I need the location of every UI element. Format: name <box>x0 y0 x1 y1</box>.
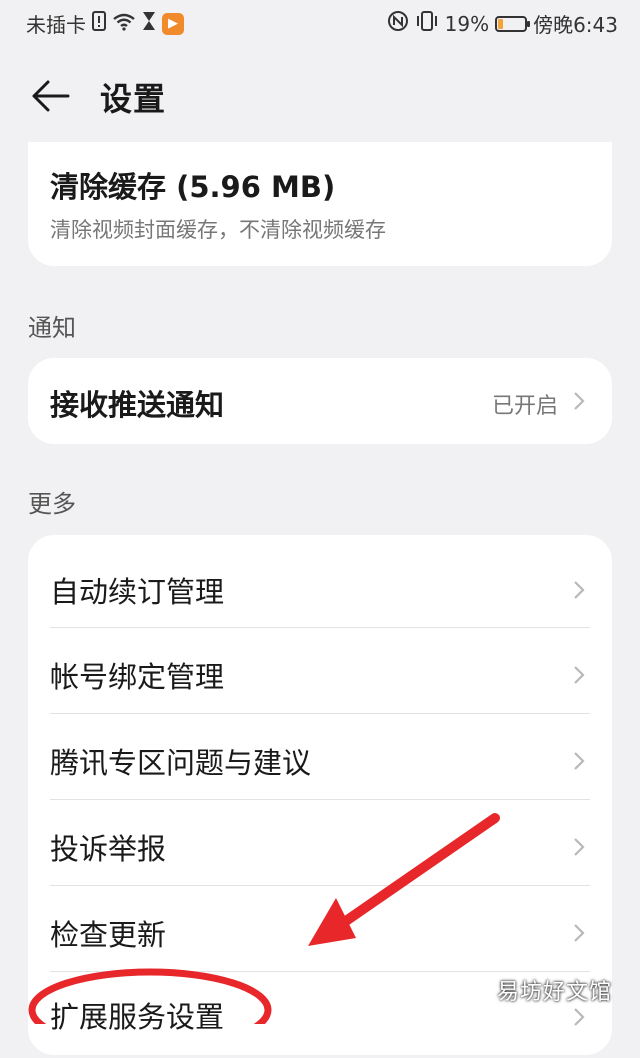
red-highlight-circle <box>28 968 272 1024</box>
watermark: 易坊好文馆 <box>496 980 612 1005</box>
red-arrow <box>325 813 500 937</box>
annotation-overlay <box>28 813 500 1024</box>
